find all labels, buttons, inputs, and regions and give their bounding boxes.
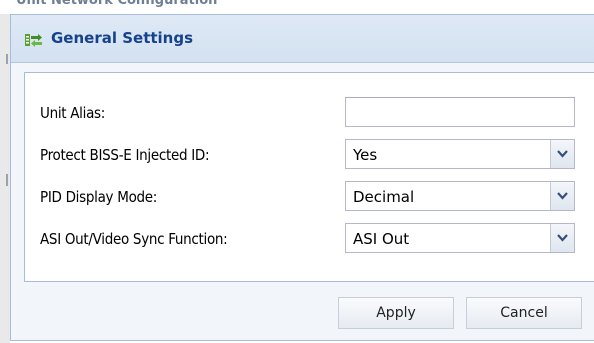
asi-out-dropdown-trigger[interactable] <box>550 224 574 252</box>
settings-arrows-icon <box>25 32 43 47</box>
background-mark <box>6 54 8 64</box>
protect-biss-value: Yes <box>353 146 378 164</box>
apply-button[interactable]: Apply <box>338 297 454 329</box>
asi-out-select[interactable]: ASI Out <box>345 223 575 253</box>
unit-alias-input[interactable] <box>345 97 575 127</box>
chevron-down-icon <box>557 192 568 200</box>
chevron-down-icon <box>557 234 568 242</box>
page: Unit Network Configuration General Setti… <box>0 0 594 343</box>
pid-display-label: PID Display Mode: <box>40 188 158 206</box>
asi-out-value: ASI Out <box>353 230 410 248</box>
chevron-down-icon <box>557 150 568 158</box>
background-window-title: Unit Network Configuration <box>16 0 218 8</box>
unit-alias-label: Unit Alias: <box>40 104 106 122</box>
asi-out-label: ASI Out/Video Sync Function: <box>40 230 228 248</box>
background-window-header: Unit Network Configuration <box>0 0 594 14</box>
general-settings-dialog: General Settings Unit Alias: Protect BIS… <box>10 14 594 341</box>
pid-display-value: Decimal <box>353 188 415 206</box>
background-left-edge <box>0 14 10 343</box>
settings-form-panel: Unit Alias: Protect BISS-E Injected ID: … <box>24 72 594 282</box>
dialog-titlebar[interactable]: General Settings <box>11 15 594 63</box>
pid-display-select[interactable]: Decimal <box>345 181 575 211</box>
protect-biss-label: Protect BISS-E Injected ID: <box>40 146 210 164</box>
protect-biss-select[interactable]: Yes <box>345 139 575 169</box>
dialog-title: General Settings <box>51 29 194 47</box>
protect-biss-dropdown-trigger[interactable] <box>550 140 574 168</box>
background-mark <box>6 174 8 186</box>
cancel-button[interactable]: Cancel <box>466 297 582 329</box>
pid-display-dropdown-trigger[interactable] <box>550 182 574 210</box>
